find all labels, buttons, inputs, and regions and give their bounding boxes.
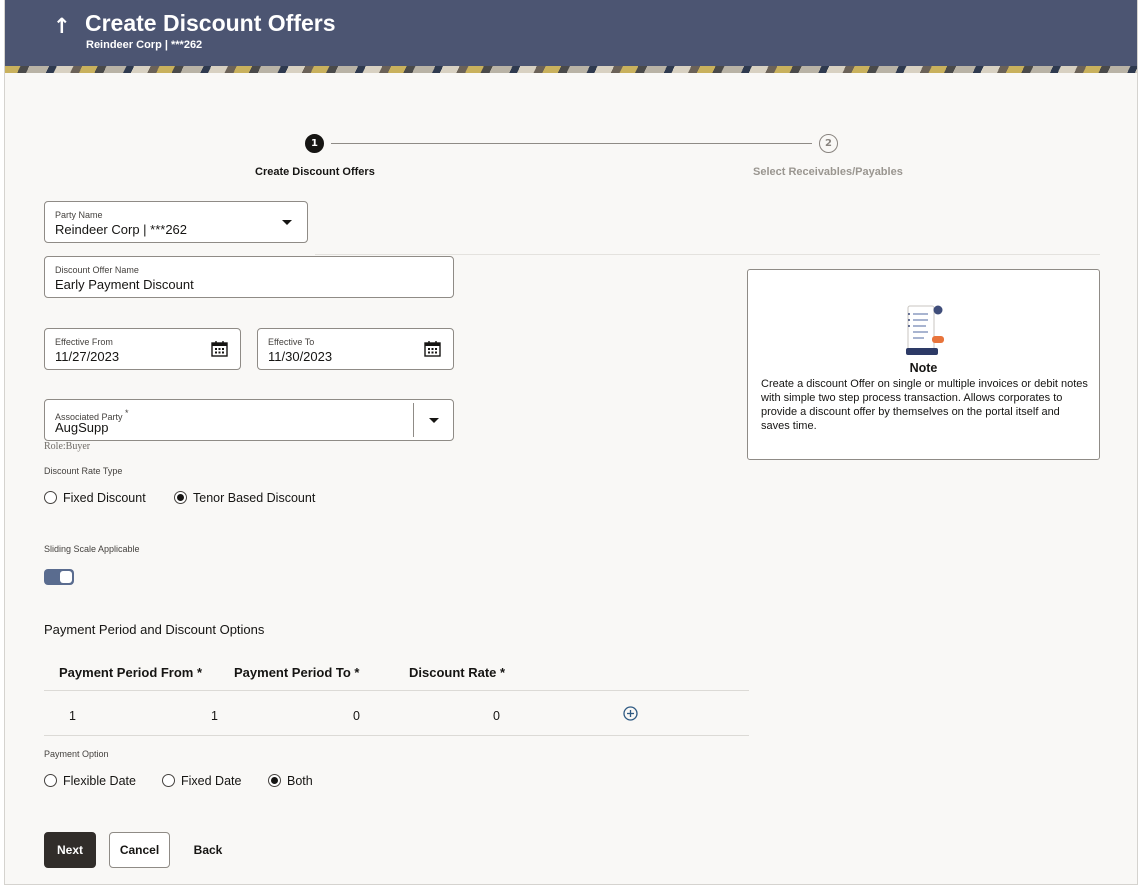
- discount-offer-name-value: Early Payment Discount: [55, 277, 194, 292]
- discount-rate-cell[interactable]: 0: [493, 709, 500, 723]
- select-divider: [413, 403, 414, 437]
- tenor-based-discount-label[interactable]: Tenor Based Discount: [193, 491, 315, 505]
- next-button[interactable]: Next: [44, 832, 96, 868]
- fixed-date-radio[interactable]: [162, 774, 175, 787]
- flexible-date-label[interactable]: Flexible Date: [63, 774, 136, 788]
- fixed-discount-radio[interactable]: [44, 491, 57, 504]
- payment-period-section-title: Payment Period and Discount Options: [44, 622, 265, 637]
- effective-to-value: 11/30/2023: [268, 349, 333, 364]
- sliding-scale-toggle[interactable]: [44, 569, 74, 585]
- column-header-payment-period-from: Payment Period From *: [59, 665, 203, 680]
- row-index-cell: 1: [69, 709, 76, 723]
- tenor-based-discount-radio[interactable]: [174, 491, 187, 504]
- step-1-indicator: 1: [305, 134, 324, 153]
- payment-period-from-cell[interactable]: 1: [211, 709, 218, 723]
- step-2-indicator: 2: [819, 134, 838, 153]
- associated-party-value: AugSupp: [55, 420, 109, 435]
- page-title: Create Discount Offers: [85, 10, 336, 36]
- fixed-discount-label[interactable]: Fixed Discount: [63, 491, 146, 505]
- cancel-button[interactable]: Cancel: [109, 832, 170, 868]
- required-marker: *: [125, 408, 129, 418]
- party-name-value: Reindeer Corp | ***262: [55, 222, 188, 237]
- note-text: Create a discount Offer on single or mul…: [761, 378, 1088, 432]
- associated-party-role: Role:Buyer: [44, 441, 91, 452]
- both-radio[interactable]: [268, 774, 281, 787]
- effective-to-label: Effective To: [268, 337, 315, 347]
- document-note-icon: [906, 305, 944, 355]
- page-frame: ↑ Create Discount Offers Reindeer Corp |…: [4, 0, 1138, 885]
- page-header: ↑ Create Discount Offers Reindeer Corp |…: [5, 0, 1137, 66]
- discount-offer-name-field[interactable]: Discount Offer Name Early Payment Discou…: [44, 256, 454, 298]
- step-2-label: Select Receivables/Payables: [753, 166, 903, 178]
- effective-from-label: Effective From: [55, 337, 113, 347]
- stepper-connector: [331, 143, 812, 144]
- back-button[interactable]: Back: [183, 832, 233, 868]
- discount-offer-name-label: Discount Offer Name: [55, 265, 139, 275]
- note-panel: Note Create a discount Offer on single o…: [747, 269, 1100, 460]
- effective-to-field[interactable]: Effective To 11/30/2023: [257, 328, 454, 370]
- party-name-label: Party Name: [55, 210, 103, 220]
- step-1-label: Create Discount Offers: [255, 166, 375, 178]
- page-subtitle: Reindeer Corp | ***262: [86, 39, 203, 51]
- chevron-down-icon[interactable]: [429, 418, 439, 423]
- sliding-scale-label: Sliding Scale Applicable: [44, 544, 140, 554]
- fixed-date-label[interactable]: Fixed Date: [181, 774, 241, 788]
- toggle-knob: [60, 571, 72, 583]
- associated-party-select[interactable]: Associated Party * AugSupp: [44, 399, 454, 441]
- chevron-down-icon[interactable]: [282, 220, 292, 225]
- column-header-payment-period-to: Payment Period To *: [234, 665, 360, 680]
- plus-circle-icon[interactable]: [623, 706, 638, 721]
- table-header-divider: [44, 690, 749, 691]
- effective-from-value: 11/27/2023: [55, 349, 120, 364]
- header-decorative-pattern: [5, 66, 1137, 73]
- effective-from-field[interactable]: Effective From 11/27/2023: [44, 328, 241, 370]
- both-label[interactable]: Both: [287, 774, 313, 788]
- payment-option-label: Payment Option: [44, 749, 109, 759]
- up-arrow-icon[interactable]: ↑: [53, 13, 73, 39]
- table-row-divider: [44, 735, 749, 736]
- calendar-icon[interactable]: [211, 340, 228, 357]
- note-title: Note: [909, 361, 938, 375]
- column-header-discount-rate: Discount Rate *: [409, 665, 506, 680]
- payment-period-to-cell[interactable]: 0: [353, 709, 360, 723]
- party-name-select[interactable]: Party Name Reindeer Corp | ***262: [44, 201, 308, 243]
- calendar-icon[interactable]: [424, 340, 441, 357]
- flexible-date-radio[interactable]: [44, 774, 57, 787]
- section-divider: [315, 254, 1100, 255]
- discount-rate-type-label: Discount Rate Type: [44, 466, 123, 476]
